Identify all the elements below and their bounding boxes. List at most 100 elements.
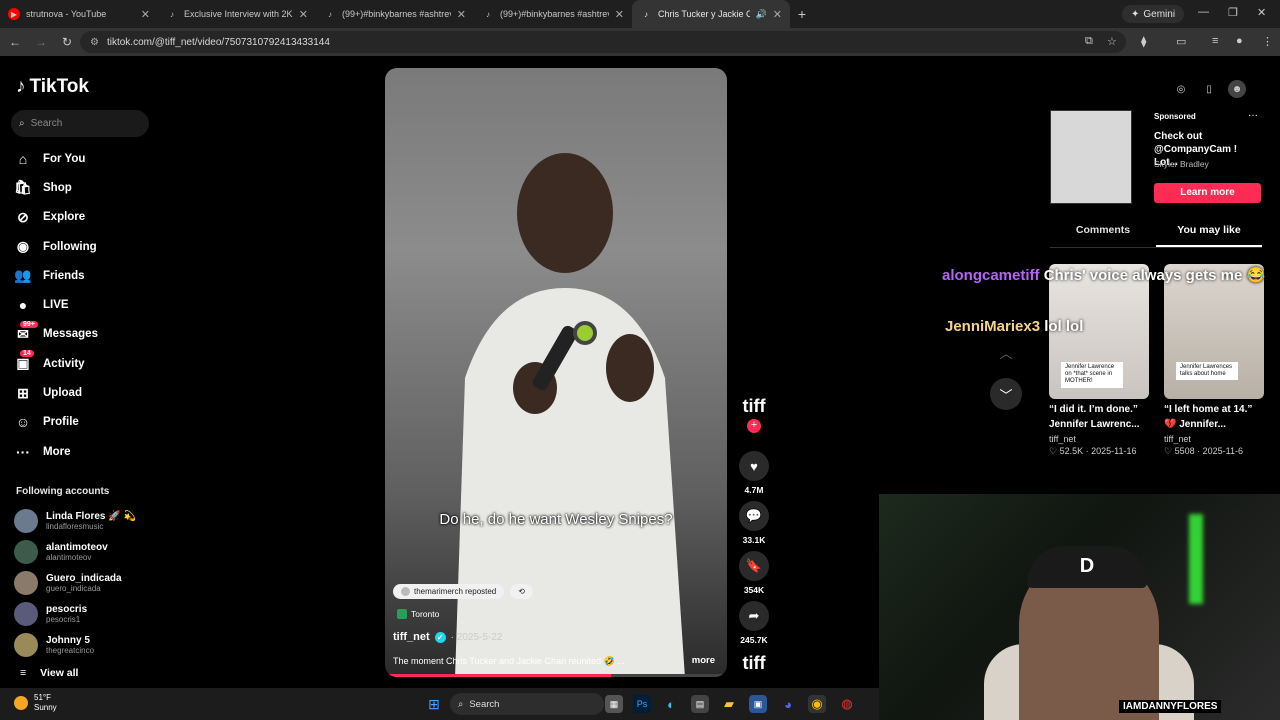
task-view-icon[interactable]: ▦ — [605, 695, 623, 713]
browser-tab[interactable]: ♪ Exclusive Interview with 2K at Th ✕ — [158, 0, 316, 28]
photoshop-icon[interactable]: Ps — [633, 695, 651, 713]
nav-label: Profile — [43, 416, 79, 429]
chrome-icon[interactable]: ◉ — [808, 695, 826, 713]
weather-widget[interactable]: 51°F Sunny — [14, 693, 57, 714]
chevron-up-icon[interactable]: ︿ — [990, 336, 1022, 368]
following-accounts-title: Following accounts — [16, 486, 110, 497]
new-tab-button[interactable]: + — [790, 6, 814, 22]
device-icon[interactable]: ▯ — [1200, 80, 1218, 98]
chevron-down-icon[interactable]: ﹀ — [990, 378, 1022, 410]
media-icon[interactable]: ≡ — [1212, 35, 1218, 47]
extensions-icon[interactable]: ⧫ — [1141, 35, 1146, 48]
avatar — [14, 632, 38, 657]
video-author[interactable]: tiff_net ✓ · 2025-5-22 — [393, 631, 502, 643]
view-all-button[interactable]: ≡ View all — [20, 667, 78, 679]
sidebar-item-following[interactable]: ◉ Following — [14, 232, 98, 261]
account-handle: alantimoteov — [46, 553, 92, 563]
following-account[interactable]: alantimoteov alantimoteov — [14, 537, 136, 568]
reposted-badge[interactable]: themarimerch reposted — [393, 584, 505, 599]
following-account[interactable]: Johnny 5 thegreatcinco — [14, 629, 136, 660]
close-tab-icon[interactable]: ✕ — [773, 8, 782, 21]
browser-menu-icon[interactable]: ⋮ — [1262, 35, 1273, 48]
following-account[interactable]: pesocris pesocris1 — [14, 598, 136, 629]
more-button[interactable]: more — [692, 655, 715, 666]
recording-app-icon[interactable]: ◍ — [838, 695, 856, 713]
search-placeholder: Search — [30, 118, 63, 129]
comment-button[interactable]: 💬 — [739, 501, 769, 531]
video-progress-bar[interactable] — [385, 674, 727, 677]
save-button[interactable]: 🔖 — [739, 551, 769, 581]
maximize-icon[interactable]: ❐ — [1228, 6, 1238, 19]
browser-tab-active[interactable]: ♪ Chris Tucker y Jackie Chan 🔊 ✕ — [632, 0, 790, 28]
ad-options-icon[interactable]: ··· — [1248, 110, 1258, 121]
learn-more-button[interactable]: Learn more — [1154, 183, 1261, 203]
sidebar-item-messages[interactable]: ✉ 99+ Messages — [14, 320, 98, 349]
music-disc[interactable]: tiff — [743, 653, 766, 674]
sidebar-item-live[interactable]: ● LIVE — [14, 290, 98, 319]
tiktok-icon: ♪ — [170, 9, 174, 19]
sponsored-ad[interactable]: Sponsored ··· Check out @CompanyCam ! Lo… — [1050, 110, 1262, 206]
tiktok-logo[interactable]: ♪ TikTok — [16, 76, 89, 98]
back-icon[interactable]: ← — [4, 35, 26, 49]
gemini-button[interactable]: ✦ Gemini — [1122, 5, 1185, 23]
sidebar-item-upload[interactable]: ⊞ Upload — [14, 378, 98, 407]
sidebar-item-explore[interactable]: ⊘ Explore — [14, 203, 98, 232]
tiktok-icon: ♪ — [486, 9, 490, 19]
app-icon[interactable]: ▣ — [749, 695, 767, 713]
creator-avatar[interactable]: tiff — [743, 396, 766, 417]
browser-tab[interactable]: ♪ (99+)#binkybarnes #ashtrevino ✕ — [474, 0, 632, 28]
taskbar-search[interactable]: ⌕ Search — [450, 693, 604, 715]
sidebar-item-shop[interactable]: 🛍 Shop — [14, 173, 98, 202]
location-tag[interactable]: Toronto — [397, 609, 439, 619]
close-tab-icon[interactable]: ✕ — [615, 8, 624, 21]
avatar[interactable]: ☻ — [1228, 80, 1246, 98]
store-icon[interactable]: ▤ — [691, 695, 709, 713]
close-tab-icon[interactable]: ✕ — [141, 8, 150, 21]
location-icon — [397, 609, 407, 619]
discord-icon[interactable]: ◕ — [779, 695, 797, 713]
sidepanel-icon[interactable]: ▭ — [1176, 35, 1186, 48]
sidebar-item-friends[interactable]: 👥 Friends — [14, 261, 98, 290]
browser-tab[interactable]: ♪ (99+)#binkybarnes #ashtrevino ✕ — [316, 0, 474, 28]
search-input[interactable]: ⌕ Search — [11, 110, 149, 137]
video-card[interactable]: Jennifer Lawrence on *that* scene in MOT… — [1049, 264, 1149, 457]
bookmark-star-icon[interactable]: ☆ — [1107, 35, 1117, 48]
forward-icon[interactable]: → — [30, 35, 52, 49]
more-icon: ··· — [16, 443, 30, 460]
site-info-icon[interactable]: ⚙ — [90, 37, 99, 48]
account-handle: guero_indicada — [46, 583, 101, 593]
tab-title: Chris Tucker y Jackie Chan — [658, 9, 750, 19]
following-account[interactable]: Guero_indicada guero_indicada — [14, 568, 136, 599]
sidebar-item-profile[interactable]: ☺ Profile — [14, 408, 98, 437]
share-button[interactable]: ➦ — [739, 601, 769, 631]
repost-icon[interactable]: ⟲ — [510, 584, 533, 599]
tab-you-may-like[interactable]: You may like — [1156, 224, 1262, 247]
speaker-icon[interactable]: 🔊 — [756, 9, 767, 20]
tab-comments[interactable]: Comments — [1050, 224, 1156, 247]
follow-plus-icon[interactable]: + — [747, 419, 761, 433]
thumbnail-caption: Jennifer Lawrence on *that* scene in MOT… — [1061, 362, 1123, 388]
sidebar-item-more[interactable]: ··· More — [14, 437, 98, 466]
url-text: tiktok.com/@tiff_net/video/7507310792413… — [106, 36, 330, 48]
profile-avatar-icon[interactable]: ● — [1236, 35, 1243, 47]
following-account[interactable]: Linda Flores 🚀 💫 lindafloresmusic — [14, 506, 136, 537]
url-input[interactable]: ⚙ tiktok.com/@tiff_net/video/75073107924… — [80, 31, 1126, 53]
video-player[interactable]: Do he, do he want Wesley Snipes? themari… — [385, 68, 727, 677]
windows-start-icon[interactable]: ⊞ — [425, 695, 443, 713]
home-icon: ⌂ — [18, 150, 28, 167]
file-explorer-icon[interactable]: ▰ — [720, 695, 738, 713]
close-tab-icon[interactable]: ✕ — [299, 8, 308, 21]
list-icon: ≡ — [20, 667, 27, 679]
install-app-icon[interactable]: ⧉ — [1085, 35, 1093, 48]
close-window-icon[interactable]: ✕ — [1257, 6, 1266, 19]
browser-tab[interactable]: ▶ strutnova - YouTube ✕ — [0, 0, 158, 28]
coin-icon[interactable]: ◎ — [1172, 80, 1190, 98]
sidebar-item-activity[interactable]: ▣ 14 Activity — [14, 349, 98, 378]
edge-icon[interactable]: ◐ — [662, 695, 680, 713]
minimize-icon[interactable]: — — [1198, 6, 1209, 18]
video-card[interactable]: Jennifer Lawrences talks about home “I l… — [1164, 264, 1264, 457]
like-button[interactable]: ♥ — [739, 451, 769, 481]
close-tab-icon[interactable]: ✕ — [457, 8, 466, 21]
reload-icon[interactable]: ↻ — [56, 35, 78, 49]
sidebar-item-for-you[interactable]: ⌂ For You — [14, 144, 98, 173]
